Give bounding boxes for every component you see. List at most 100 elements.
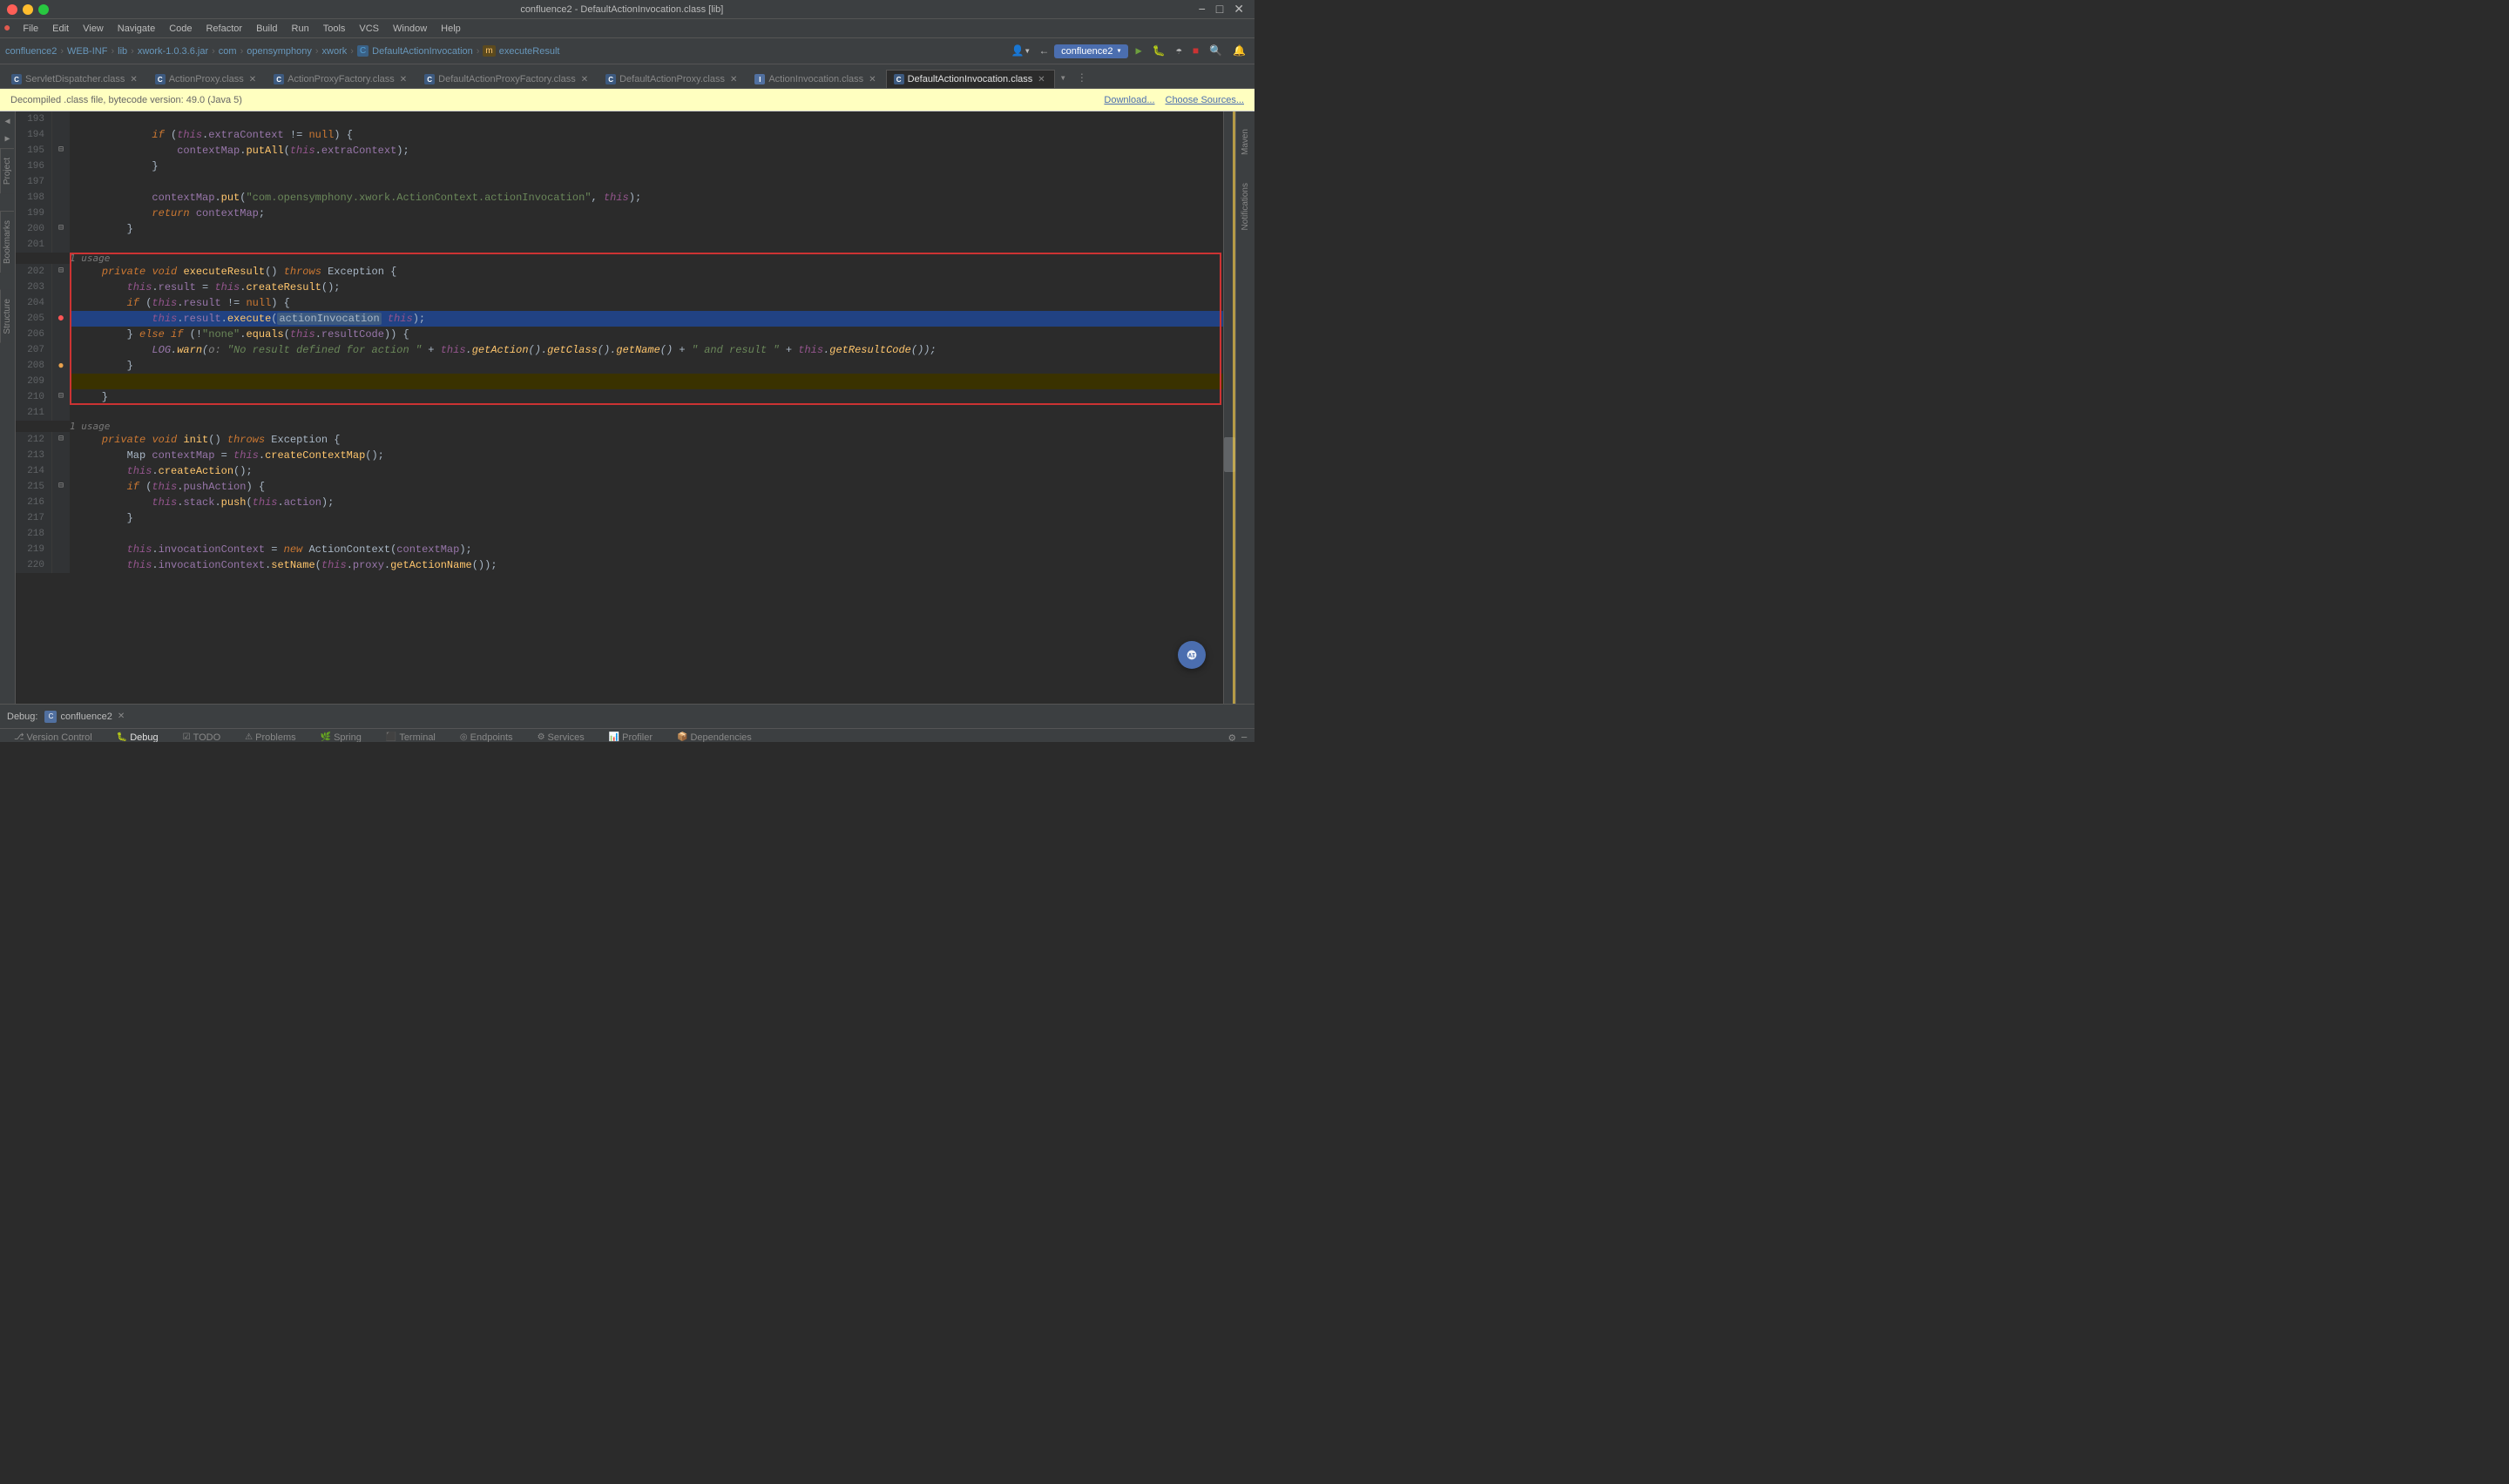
- nav-stop-btn[interactable]: ■: [1189, 44, 1202, 59]
- tab-servletdispatcher[interactable]: C ServletDispatcher.class ✕: [3, 70, 147, 88]
- line-code-215: if (this.pushAction) {: [70, 479, 1223, 495]
- line-code-198: contextMap.put("com.opensymphony.xwork.A…: [70, 190, 1223, 206]
- maven-panel-label[interactable]: Maven: [1238, 118, 1253, 165]
- win-min-btn[interactable]: −: [1195, 2, 1209, 17]
- breadcrumb-com[interactable]: com: [219, 46, 237, 57]
- tab-problems[interactable]: ⚠ Problems: [238, 731, 302, 743]
- gutter-193: [52, 111, 70, 127]
- tab-menu-btn[interactable]: ⋮: [1072, 68, 1092, 88]
- breadcrumb-xwork[interactable]: xwork: [322, 46, 348, 57]
- line-code-219: this.invocationContext = new ActionConte…: [70, 542, 1223, 557]
- breadcrumb-webinf[interactable]: WEB-INF: [67, 46, 107, 57]
- tab-dependencies[interactable]: 📦 Dependencies: [670, 731, 759, 743]
- nav-settings-btn[interactable]: 👤▾: [1008, 43, 1034, 59]
- minimize-panel-btn[interactable]: −: [1241, 732, 1248, 742]
- left-btn-collapse[interactable]: ◀: [3, 115, 11, 129]
- line-code-208: }: [70, 358, 1223, 374]
- scroll-indicator: [1233, 111, 1235, 704]
- settings-gear-btn[interactable]: ⚙: [1228, 732, 1235, 742]
- menu-help[interactable]: Help: [434, 22, 468, 36]
- breadcrumb-lib[interactable]: lib: [118, 46, 127, 57]
- tab-label-defaultactioninvocation: DefaultActionInvocation.class: [908, 74, 1033, 84]
- tab-endpoints[interactable]: ◎ Endpoints: [453, 731, 520, 743]
- menu-navigate[interactable]: Navigate: [111, 22, 162, 36]
- tab-actionproxyfactory[interactable]: C ActionProxyFactory.class ✕: [266, 70, 416, 88]
- tab-spring[interactable]: 🌿 Spring: [314, 731, 369, 743]
- line-code-200: }: [70, 221, 1223, 237]
- win-close-btn[interactable]: ✕: [1230, 2, 1248, 17]
- tab-close-actionproxy[interactable]: ✕: [247, 75, 258, 84]
- code-line-201: 201: [16, 237, 1223, 253]
- tab-close-actionproxyfactory[interactable]: ✕: [398, 75, 409, 84]
- line-num-195: 195: [16, 143, 52, 159]
- menu-code[interactable]: Code: [162, 22, 199, 36]
- tab-actionproxy[interactable]: C ActionProxy.class ✕: [147, 70, 266, 88]
- menu-build[interactable]: Build: [249, 22, 284, 36]
- tab-close-defaultactioninvocation[interactable]: ✕: [1036, 75, 1046, 84]
- gutter-195: ⊟: [52, 143, 70, 159]
- breadcrumb-jar[interactable]: xwork-1.0.3.6.jar: [138, 46, 208, 57]
- breadcrumb-project[interactable]: confluence2: [5, 46, 57, 57]
- code-scroll[interactable]: 193 194 if (this.extraContext != null) {…: [16, 111, 1223, 704]
- scrollbar[interactable]: [1223, 111, 1235, 704]
- nav-coverage-btn[interactable]: ☂: [1173, 43, 1186, 59]
- tab-defaultactionproxyfactory[interactable]: C DefaultActionProxyFactory.class ✕: [416, 70, 598, 88]
- tab-close-defaultactionproxy[interactable]: ✕: [728, 75, 739, 84]
- choose-sources-link[interactable]: Choose Sources...: [1166, 95, 1245, 105]
- tab-close-actioninvocation[interactable]: ✕: [867, 75, 877, 84]
- tab-services[interactable]: ⚙ Services: [531, 731, 592, 743]
- ai-assistant-button[interactable]: AI: [1178, 641, 1206, 669]
- menu-bar: ● File Edit View Navigate Code Refactor …: [0, 19, 1254, 38]
- code-line-217: 217 }: [16, 510, 1223, 526]
- menu-refactor[interactable]: Refactor: [199, 22, 249, 36]
- nav-run-btn[interactable]: ▶: [1132, 43, 1145, 59]
- gutter-212: ⊟: [52, 432, 70, 448]
- tab-defaultactionproxy[interactable]: C DefaultActionProxy.class ✕: [598, 70, 747, 88]
- line-num-197: 197: [16, 174, 52, 190]
- nav-back-btn[interactable]: ←: [1038, 44, 1051, 59]
- breadcrumb-class[interactable]: DefaultActionInvocation: [372, 46, 473, 57]
- debug-config-close[interactable]: ✕: [118, 712, 125, 721]
- tab-services-label: Services: [548, 732, 585, 743]
- line-code-218: [70, 526, 1223, 542]
- code-line-210: 210 ⊟ }: [16, 389, 1223, 405]
- dependencies-icon: 📦: [677, 732, 687, 742]
- nav-debug-btn[interactable]: 🐛: [1149, 43, 1169, 59]
- code-line-214: 214 this.createAction();: [16, 463, 1223, 479]
- tab-defaultactioninvocation[interactable]: C DefaultActionInvocation.class ✕: [886, 70, 1055, 88]
- win-max-btn[interactable]: □: [1213, 2, 1227, 17]
- tab-profiler[interactable]: 📊 Profiler: [602, 731, 659, 743]
- tab-close-servletdispatcher[interactable]: ✕: [128, 75, 139, 84]
- tab-close-defaultactionproxyfactory[interactable]: ✕: [579, 75, 590, 84]
- menu-file[interactable]: File: [16, 22, 45, 36]
- nav-search-btn[interactable]: 🔍: [1206, 43, 1226, 59]
- tab-version-control[interactable]: ⎇ Version Control: [7, 731, 99, 743]
- menu-tools[interactable]: Tools: [316, 22, 353, 36]
- close-button[interactable]: [7, 4, 17, 15]
- tab-todo[interactable]: ☑ TODO: [176, 731, 228, 743]
- tab-debug[interactable]: 🐛 Debug: [110, 731, 166, 743]
- breadcrumb-opensymphony[interactable]: opensymphony: [247, 46, 312, 57]
- menu-vcs[interactable]: VCS: [352, 22, 386, 36]
- bookmarks-panel-label[interactable]: Bookmarks: [0, 211, 14, 273]
- menu-edit[interactable]: Edit: [45, 22, 76, 36]
- tab-terminal[interactable]: ⬛ Terminal: [379, 731, 443, 743]
- download-link[interactable]: Download...: [1104, 95, 1154, 105]
- menu-view[interactable]: View: [76, 22, 111, 36]
- menu-run[interactable]: Run: [285, 22, 316, 36]
- breadcrumb-method[interactable]: executeResult: [499, 46, 560, 57]
- run-config-selector[interactable]: confluence2 ▾: [1054, 44, 1128, 58]
- nav-notifications-btn[interactable]: 🔔: [1229, 43, 1249, 59]
- maximize-button[interactable]: [38, 4, 49, 15]
- tab-actioninvocation[interactable]: I ActionInvocation.class ✕: [747, 70, 885, 88]
- notifications-panel-label[interactable]: Notifications: [1238, 172, 1253, 240]
- project-panel-label[interactable]: Project: [0, 148, 14, 193]
- breakpoint-icon[interactable]: ●: [57, 311, 64, 327]
- left-btn-expand[interactable]: ▶: [3, 132, 11, 146]
- menu-window[interactable]: Window: [386, 22, 434, 36]
- gutter-202: ⊟: [52, 264, 70, 280]
- minimize-button[interactable]: [23, 4, 33, 15]
- tab-overflow-btn[interactable]: ▾: [1055, 68, 1072, 88]
- structure-panel-label[interactable]: Structure: [0, 290, 14, 343]
- debug-config-selector[interactable]: C confluence2 ✕: [44, 711, 125, 723]
